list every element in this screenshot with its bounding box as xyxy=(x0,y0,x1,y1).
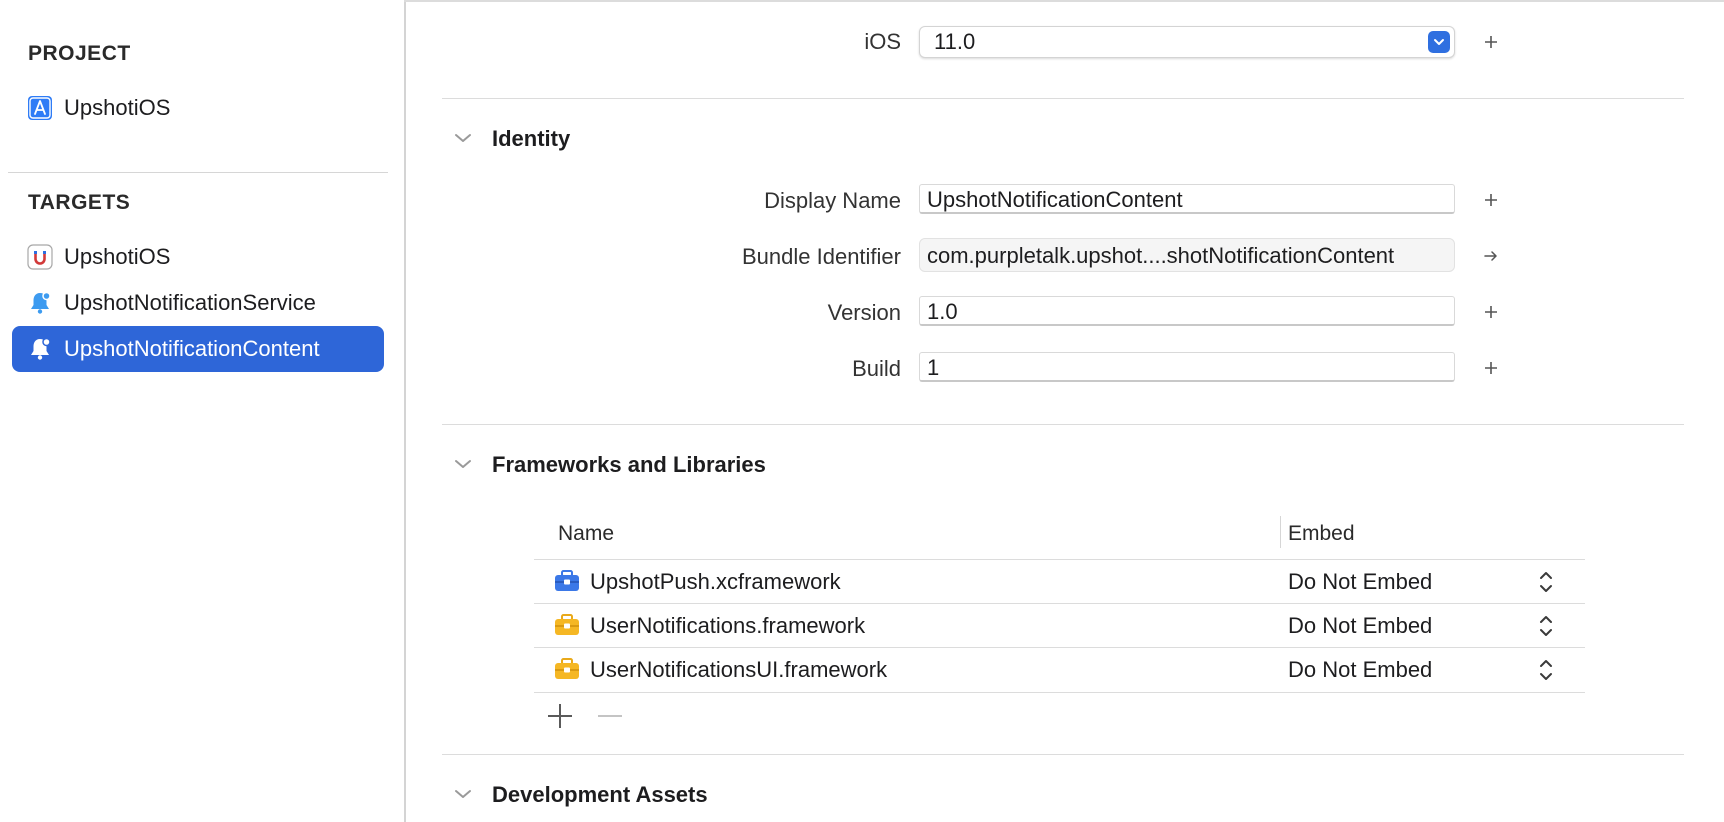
build-field[interactable]: 1 xyxy=(919,352,1455,382)
section-divider xyxy=(442,424,1684,425)
column-separator xyxy=(1280,516,1281,548)
embed-option-value[interactable]: Do Not Embed xyxy=(1288,613,1432,639)
build-label: Build xyxy=(852,356,901,381)
sidebar-item-target-notification-service[interactable]: UpshotNotificationService xyxy=(12,280,384,326)
frameworks-section-title: Frameworks and Libraries xyxy=(492,452,766,477)
project-section-header: PROJECT xyxy=(28,42,131,65)
table-row[interactable]: UserNotificationsUI.framework Do Not Emb… xyxy=(534,647,1585,693)
bundle-identifier-arrow-icon[interactable] xyxy=(1479,244,1503,268)
embed-option-value[interactable]: Do Not Embed xyxy=(1288,657,1432,683)
notification-extension-icon xyxy=(26,289,54,317)
version-label: Version xyxy=(827,300,901,325)
table-row[interactable]: UpshotPush.xcframework Do Not Embed xyxy=(534,559,1585,604)
target-sidebar: PROJECT UpshotiOS TARGETS UpshotiOS Upsh… xyxy=(0,0,406,822)
target-settings-editor: iOS 11.0 Identity Display Name UpshotNot… xyxy=(406,0,1724,822)
section-divider xyxy=(442,754,1684,755)
framework-name: UpshotPush.xcframework xyxy=(590,569,841,594)
xcode-project-icon xyxy=(26,94,54,122)
framework-name: UserNotificationsUI.framework xyxy=(590,657,888,682)
ios-version-popup[interactable]: 11.0 xyxy=(919,26,1455,58)
sidebar-item-label: UpshotiOS xyxy=(64,95,171,120)
display-name-label: Display Name xyxy=(764,188,901,213)
identity-section-title: Identity xyxy=(492,126,571,151)
add-build-button[interactable] xyxy=(1479,356,1503,380)
sidebar-item-label: UpshotNotificationService xyxy=(64,290,316,315)
embed-column-header[interactable]: Embed xyxy=(1288,522,1355,546)
dev-assets-section-title: Development Assets xyxy=(492,782,708,807)
collapse-frameworks-chevron-icon[interactable] xyxy=(452,453,474,475)
app-target-icon xyxy=(26,243,54,271)
sidebar-item-target-notification-content[interactable]: UpshotNotificationContent xyxy=(12,326,384,372)
add-ios-deployment-button[interactable] xyxy=(1479,30,1503,54)
add-version-button[interactable] xyxy=(1479,300,1503,324)
table-row[interactable]: UserNotifications.framework Do Not Embed xyxy=(534,603,1585,648)
framework-toolbox-icon xyxy=(554,658,580,680)
framework-name: UserNotifications.framework xyxy=(590,613,866,638)
framework-toolbox-icon xyxy=(554,570,580,592)
embed-stepper-icon[interactable] xyxy=(1538,657,1554,683)
sidebar-item-label: UpshotiOS xyxy=(64,244,171,269)
display-name-field[interactable]: UpshotNotificationContent xyxy=(919,184,1455,214)
name-column-header[interactable]: Name xyxy=(558,522,614,546)
bundle-identifier-label: Bundle Identifier xyxy=(742,244,901,269)
embed-option-value[interactable]: Do Not Embed xyxy=(1288,569,1432,595)
embed-stepper-icon[interactable] xyxy=(1538,569,1554,595)
sidebar-divider xyxy=(8,172,388,173)
section-divider xyxy=(442,98,1684,99)
sidebar-item-label: UpshotNotificationContent xyxy=(64,336,320,361)
remove-framework-button[interactable] xyxy=(596,702,624,730)
chevron-down-icon xyxy=(1428,31,1450,53)
add-display-name-button[interactable] xyxy=(1479,188,1503,212)
sidebar-item-project[interactable]: UpshotiOS xyxy=(12,85,384,131)
embed-stepper-icon[interactable] xyxy=(1538,613,1554,639)
collapse-dev-assets-chevron-icon[interactable] xyxy=(452,783,474,805)
ios-label: iOS xyxy=(864,29,901,54)
notification-extension-icon xyxy=(26,335,54,363)
collapse-identity-chevron-icon[interactable] xyxy=(452,127,474,149)
sidebar-item-target-upshotios[interactable]: UpshotiOS xyxy=(12,234,384,280)
ios-version-value: 11.0 xyxy=(934,29,976,54)
add-framework-button[interactable] xyxy=(546,702,574,730)
version-field[interactable]: 1.0 xyxy=(919,296,1455,326)
framework-toolbox-icon xyxy=(554,614,580,636)
targets-section-header: TARGETS xyxy=(28,191,131,214)
bundle-identifier-field[interactable]: com.purpletalk.upshot....shotNotificatio… xyxy=(919,238,1455,272)
